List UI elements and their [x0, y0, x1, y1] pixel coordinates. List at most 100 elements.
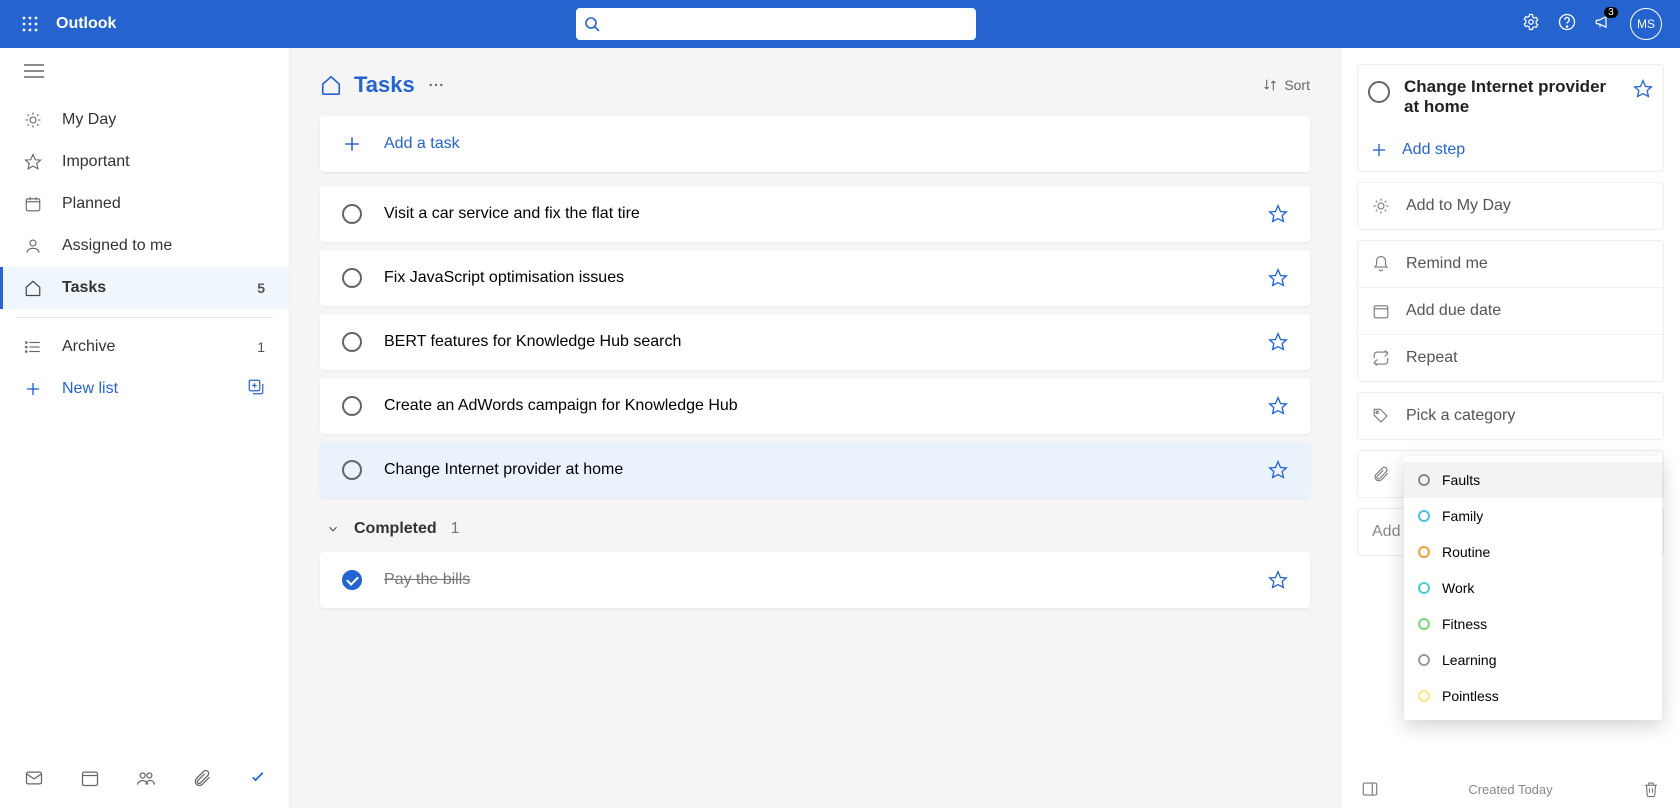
task-row[interactable]: Fix JavaScript optimisation issues [320, 250, 1310, 306]
sidebar-item-label: Planned [62, 195, 121, 213]
add-step-label: Add step [1402, 141, 1465, 159]
task-row[interactable]: BERT features for Knowledge Hub search [320, 314, 1310, 370]
category-item[interactable]: Pointless [1404, 678, 1662, 714]
star-icon[interactable] [1268, 460, 1288, 480]
calendar-icon [24, 195, 42, 213]
search-box[interactable] [576, 8, 976, 40]
notification-badge: 3 [1604, 7, 1618, 18]
sidebar-item-planned[interactable]: Planned [0, 183, 289, 225]
hide-detail-icon[interactable] [1361, 780, 1379, 798]
mail-icon[interactable] [24, 768, 44, 793]
sidebar-item-archive[interactable]: Archive 1 [0, 326, 289, 368]
category-color-dot [1418, 654, 1430, 666]
category-color-dot [1418, 474, 1430, 486]
new-group-icon[interactable] [247, 378, 265, 401]
new-list-label: New list [62, 380, 118, 398]
attach-icon[interactable] [192, 768, 212, 793]
row-label: Add to My Day [1406, 197, 1511, 215]
category-name: Work [1442, 580, 1474, 596]
todo-icon[interactable] [248, 768, 268, 793]
people-icon[interactable] [136, 768, 156, 793]
star-icon[interactable] [1268, 396, 1288, 416]
sort-label: Sort [1284, 77, 1310, 93]
category-item[interactable]: Fitness [1404, 606, 1662, 642]
main-panel: Tasks Sort Add a task Visit a car servic… [290, 48, 1340, 808]
task-title: Visit a car service and fix the flat tir… [384, 205, 640, 223]
category-name: Learning [1442, 652, 1497, 668]
task-complete-toggle[interactable] [342, 268, 362, 288]
task-row[interactable]: Visit a car service and fix the flat tir… [320, 186, 1310, 242]
sidebar-item-assigned[interactable]: Assigned to me [0, 225, 289, 267]
task-title: BERT features for Knowledge Hub search [384, 333, 681, 351]
delete-task-icon[interactable] [1642, 780, 1660, 798]
category-item[interactable]: Faults [1404, 462, 1662, 498]
star-icon[interactable] [1633, 79, 1653, 99]
add-task-label: Add a task [384, 135, 460, 153]
app-launcher-icon[interactable] [10, 16, 50, 32]
add-due-date-button[interactable]: Add due date [1358, 287, 1663, 334]
category-item[interactable]: Learning [1404, 642, 1662, 678]
page-title: Tasks [354, 72, 415, 98]
category-color-dot [1418, 690, 1430, 702]
row-label: Remind me [1406, 255, 1488, 273]
calendar-footer-icon[interactable] [80, 768, 100, 793]
star-icon[interactable] [1268, 268, 1288, 288]
plus-icon [342, 134, 362, 154]
category-color-dot [1418, 618, 1430, 630]
sort-button[interactable]: Sort [1262, 77, 1310, 93]
task-title: Change Internet provider at home [384, 461, 623, 479]
help-icon[interactable] [1558, 13, 1576, 36]
add-to-myday-button[interactable]: Add to My Day [1358, 183, 1663, 229]
task-complete-toggle[interactable] [342, 570, 362, 590]
task-complete-toggle[interactable] [1368, 81, 1390, 103]
category-item[interactable]: Work [1404, 570, 1662, 606]
category-menu: FaultsFamilyRoutine Work Fitness Learning Po… [1404, 456, 1662, 720]
megaphone-icon[interactable]: 3 [1594, 13, 1612, 36]
completed-toggle[interactable]: Completed 1 [320, 506, 1310, 552]
pick-category-button[interactable]: Pick a category [1358, 393, 1663, 439]
category-name: Fitness [1442, 616, 1487, 632]
plus-icon [1370, 141, 1388, 159]
task-title: Fix JavaScript optimisation issues [384, 269, 624, 287]
row-label: Repeat [1406, 349, 1458, 367]
category-item[interactable]: Family [1404, 498, 1662, 534]
add-step-button[interactable]: Add step [1358, 129, 1663, 171]
star-icon [24, 153, 42, 171]
task-complete-toggle[interactable] [342, 332, 362, 352]
task-complete-toggle[interactable] [342, 396, 362, 416]
hamburger-icon[interactable] [24, 64, 265, 83]
remind-me-button[interactable]: Remind me [1358, 241, 1663, 287]
sidebar-divider [16, 317, 273, 318]
completed-count: 1 [451, 520, 460, 538]
repeat-icon [1372, 349, 1390, 367]
created-label: Created Today [1379, 782, 1642, 797]
app-name: Outlook [56, 15, 116, 33]
sidebar-bottom-bar [0, 752, 289, 808]
avatar[interactable]: MS [1630, 8, 1662, 40]
more-icon[interactable] [427, 76, 445, 94]
task-complete-toggle[interactable] [342, 460, 362, 480]
chevron-down-icon [326, 522, 340, 536]
settings-icon[interactable] [1522, 13, 1540, 36]
new-list-button[interactable]: New list [0, 368, 289, 410]
sidebar-item-count: 1 [257, 339, 265, 355]
star-icon[interactable] [1268, 570, 1288, 590]
sort-icon [1262, 77, 1278, 93]
clip-icon [1372, 465, 1390, 483]
star-icon[interactable] [1268, 204, 1288, 224]
sidebar-item-important[interactable]: Important [0, 141, 289, 183]
sidebar-item-myday[interactable]: My Day [0, 99, 289, 141]
category-name: Pointless [1442, 688, 1499, 704]
add-task-input[interactable]: Add a task [320, 116, 1310, 172]
task-row[interactable]: Create an AdWords campaign for Knowledge… [320, 378, 1310, 434]
task-row[interactable]: Change Internet provider at home [320, 442, 1310, 498]
repeat-button[interactable]: Repeat [1358, 334, 1663, 381]
category-item[interactable]: Routine [1404, 534, 1662, 570]
detail-task-title[interactable]: Change Internet provider at home [1404, 77, 1619, 117]
task-row[interactable]: Pay the bills [320, 552, 1310, 608]
category-color-dot [1418, 582, 1430, 594]
task-complete-toggle[interactable] [342, 204, 362, 224]
sidebar-item-tasks[interactable]: Tasks 5 [0, 267, 289, 309]
star-icon[interactable] [1268, 332, 1288, 352]
search-input[interactable] [600, 16, 968, 32]
